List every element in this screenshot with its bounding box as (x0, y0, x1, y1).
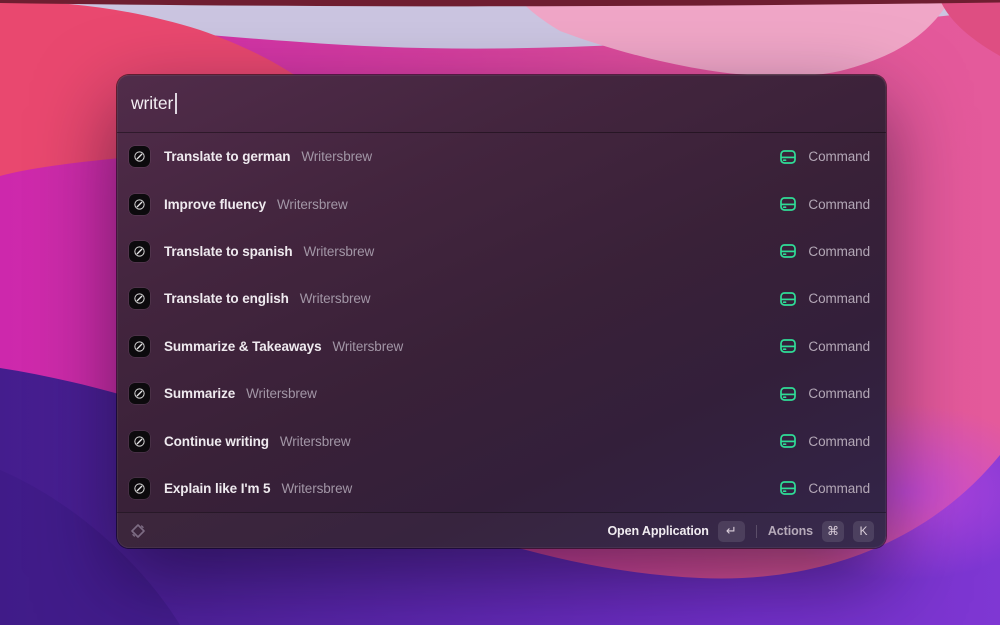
open-application-button[interactable]: Open Application ↵ (607, 520, 745, 542)
result-row-summarize[interactable]: Summarize Writersbrew Command (117, 370, 886, 417)
result-app-name: Writersbrew (279, 433, 351, 449)
result-row-continue-writing[interactable]: Continue writing Writersbrew Command (117, 417, 886, 464)
command-disk-icon (779, 290, 797, 308)
result-title: Translate to spanish (164, 243, 293, 259)
raycast-logo-icon (129, 522, 147, 540)
actions-label: Actions (767, 524, 813, 539)
writersbrew-app-icon (129, 146, 150, 168)
writersbrew-app-icon (129, 193, 150, 215)
result-row-translate-to-spanish[interactable]: Translate to spanish Writersbrew Command (117, 228, 886, 275)
result-type-label: Command (808, 338, 870, 354)
result-row-summarize-takeaways[interactable]: Summarize & Takeaways Writersbrew Comman… (117, 323, 886, 370)
launcher-window: writer Translate to german Writersbrew C… (117, 75, 886, 548)
text-caret (175, 93, 177, 114)
writersbrew-app-icon (129, 288, 150, 310)
result-type-label: Command (808, 196, 870, 212)
writersbrew-app-icon (129, 335, 150, 357)
result-type-label: Command (808, 149, 870, 165)
result-app-name: Writersbrew (299, 291, 371, 307)
command-disk-icon (779, 432, 797, 450)
result-app-name: Writersbrew (301, 149, 373, 165)
actions-menu-button[interactable]: Actions ⌘ K (767, 520, 874, 542)
result-row-translate-to-english[interactable]: Translate to english Writersbrew Command (117, 275, 886, 322)
command-disk-icon (779, 337, 797, 355)
result-app-name: Writersbrew (277, 196, 348, 212)
result-type-label: Command (808, 386, 870, 402)
result-app-name: Writersbrew (303, 243, 375, 259)
return-key-icon: ↵ (717, 520, 745, 542)
action-bar: Open Application ↵ Actions ⌘ K (117, 512, 886, 548)
result-row-improve-fluency[interactable]: Improve fluency Writersbrew Command (117, 180, 886, 227)
primary-action-label: Open Application (607, 524, 709, 539)
result-row-translate-to-german[interactable]: Translate to german Writersbrew Command (117, 133, 886, 180)
desktop: writer Translate to german Writersbrew C… (0, 0, 1000, 625)
result-type-label: Command (808, 291, 870, 307)
search-query-text: writer (131, 93, 174, 113)
command-disk-icon (779, 242, 797, 260)
results-list: Translate to german Writersbrew Command … (117, 133, 886, 512)
writersbrew-app-icon (129, 240, 150, 262)
command-disk-icon (779, 479, 797, 497)
writersbrew-app-icon (129, 383, 150, 405)
result-app-name: Writersbrew (332, 338, 404, 354)
command-disk-icon (779, 385, 797, 403)
result-title: Translate to english (164, 291, 289, 307)
result-type-label: Command (808, 480, 870, 496)
writersbrew-app-icon (129, 477, 150, 499)
result-title: Summarize (164, 386, 236, 402)
writersbrew-app-icon (129, 430, 150, 452)
result-app-name: Writersbrew (281, 480, 353, 496)
result-type-label: Command (808, 243, 870, 259)
search-input[interactable]: writer (117, 75, 886, 133)
result-title: Improve fluency (164, 196, 267, 212)
result-title: Summarize & Takeaways (164, 338, 322, 354)
result-app-name: Writersbrew (246, 386, 317, 402)
k-key-icon: K (853, 520, 874, 542)
result-title: Explain like I'm 5 (164, 480, 271, 496)
result-title: Continue writing (164, 433, 269, 449)
command-disk-icon (779, 148, 797, 166)
footer-divider (755, 524, 757, 538)
command-key-icon: ⌘ (822, 520, 844, 542)
command-disk-icon (779, 195, 797, 213)
result-type-label: Command (808, 433, 870, 449)
result-row-explain-like-im-5[interactable]: Explain like I'm 5 Writersbrew Command (117, 465, 886, 512)
result-title: Translate to german (164, 149, 291, 165)
